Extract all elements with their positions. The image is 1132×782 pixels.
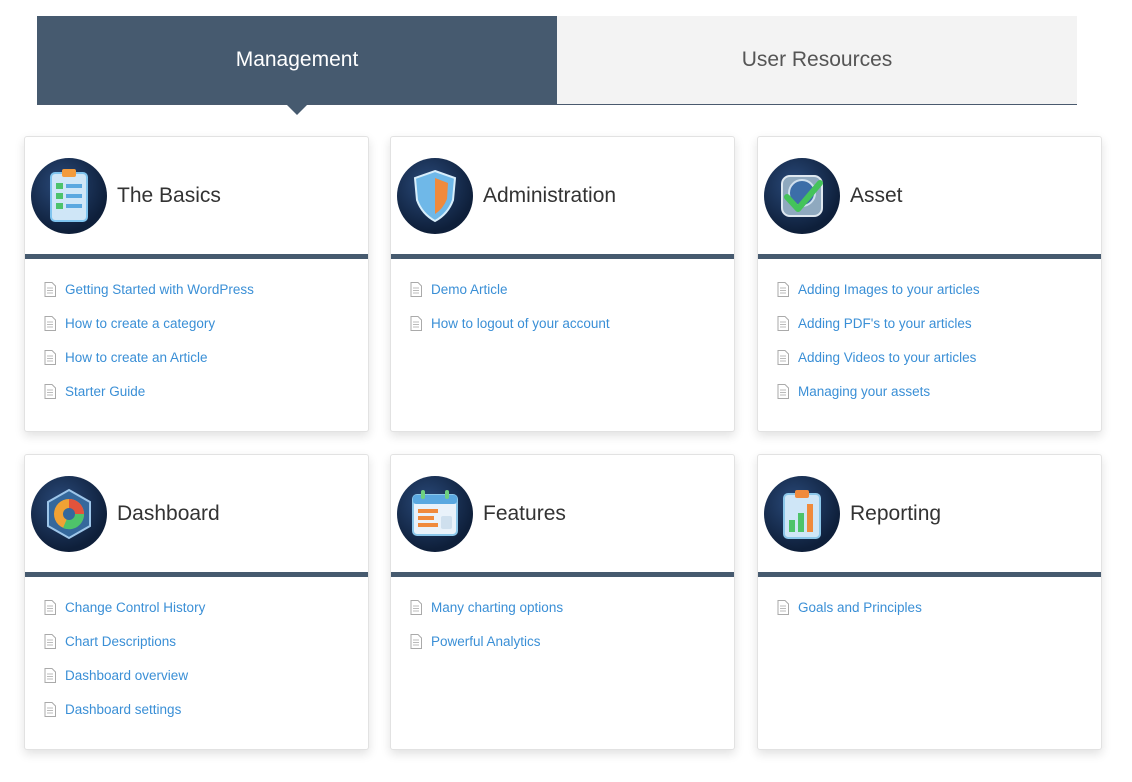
list-item: Dashboard settings xyxy=(44,692,368,726)
document-icon xyxy=(410,281,422,297)
document-icon xyxy=(777,281,789,297)
checkmark-icon xyxy=(764,157,840,234)
category-card-features: Features Many charting options Powerful … xyxy=(390,454,735,750)
tab-label: User Resources xyxy=(741,48,893,71)
article-link[interactable]: Starter Guide xyxy=(65,384,145,399)
tab-management[interactable]: Management xyxy=(37,16,557,115)
list-item: Dashboard overview xyxy=(44,658,368,692)
list-item: Goals and Principles xyxy=(777,590,1101,624)
card-header[interactable]: The Basics xyxy=(25,137,368,259)
category-card-reporting: Reporting Goals and Principles xyxy=(757,454,1102,750)
list-item: Starter Guide xyxy=(44,374,368,408)
article-link[interactable]: Adding Videos to your articles xyxy=(798,350,976,365)
category-card-asset: Asset Adding Images to your articles Add… xyxy=(757,136,1102,432)
document-icon xyxy=(44,667,56,683)
card-title[interactable]: Features xyxy=(483,502,566,526)
article-link[interactable]: Demo Article xyxy=(431,282,508,297)
card-title[interactable]: The Basics xyxy=(117,184,221,208)
article-list: Change Control History Chart Description… xyxy=(25,577,368,726)
list-item: Powerful Analytics xyxy=(410,624,734,658)
category-card-dashboard: Dashboard Change Control History Chart D… xyxy=(24,454,369,750)
list-item: Getting Started with WordPress xyxy=(44,272,368,306)
shield-icon xyxy=(397,157,473,234)
document-icon xyxy=(777,349,789,365)
category-card-the-basics: The Basics Getting Started with WordPres… xyxy=(24,136,369,432)
clipboard-icon xyxy=(31,157,107,234)
category-card-administration: Administration Demo Article How to logou… xyxy=(390,136,735,432)
article-link[interactable]: Adding PDF's to your articles xyxy=(798,316,972,331)
list-item: How to logout of your account xyxy=(410,306,734,340)
document-icon xyxy=(44,633,56,649)
article-link[interactable]: How to logout of your account xyxy=(431,316,610,331)
calendar-chart-icon xyxy=(397,475,473,552)
list-item: Adding PDF's to your articles xyxy=(777,306,1101,340)
pie-chart-icon xyxy=(31,475,107,552)
article-link[interactable]: Many charting options xyxy=(431,600,563,615)
article-link[interactable]: Dashboard settings xyxy=(65,702,181,717)
list-item: How to create an Article xyxy=(44,340,368,374)
article-link[interactable]: Managing your assets xyxy=(798,384,930,399)
document-icon xyxy=(410,633,422,649)
document-icon xyxy=(44,315,56,331)
tab-bar: Management User Resources xyxy=(37,16,1077,115)
card-title[interactable]: Administration xyxy=(483,184,616,208)
card-title[interactable]: Reporting xyxy=(850,502,941,526)
card-header[interactable]: Reporting xyxy=(758,455,1101,577)
card-header[interactable]: Administration xyxy=(391,137,734,259)
article-list: Many charting options Powerful Analytics xyxy=(391,577,734,658)
card-header[interactable]: Features xyxy=(391,455,734,577)
card-title[interactable]: Dashboard xyxy=(117,502,220,526)
list-item: Demo Article xyxy=(410,272,734,306)
document-icon xyxy=(777,383,789,399)
document-icon xyxy=(44,383,56,399)
tab-label: Management xyxy=(235,48,359,71)
article-link[interactable]: How to create an Article xyxy=(65,350,208,365)
list-item: How to create a category xyxy=(44,306,368,340)
article-list: Adding Images to your articles Adding PD… xyxy=(758,259,1101,408)
list-item: Many charting options xyxy=(410,590,734,624)
article-link[interactable]: Adding Images to your articles xyxy=(798,282,980,297)
article-link[interactable]: Change Control History xyxy=(65,600,205,615)
article-link[interactable]: Powerful Analytics xyxy=(431,634,541,649)
article-list: Demo Article How to logout of your accou… xyxy=(391,259,734,340)
list-item: Managing your assets xyxy=(777,374,1101,408)
document-icon xyxy=(777,599,789,615)
document-icon xyxy=(410,599,422,615)
article-list: Goals and Principles xyxy=(758,577,1101,624)
document-icon xyxy=(44,281,56,297)
document-icon xyxy=(777,315,789,331)
document-icon xyxy=(44,701,56,717)
article-list: Getting Started with WordPress How to cr… xyxy=(25,259,368,408)
list-item: Change Control History xyxy=(44,590,368,624)
card-header[interactable]: Dashboard xyxy=(25,455,368,577)
article-link[interactable]: Getting Started with WordPress xyxy=(65,282,254,297)
article-link[interactable]: How to create a category xyxy=(65,316,215,331)
article-link[interactable]: Goals and Principles xyxy=(798,600,922,615)
card-title[interactable]: Asset xyxy=(850,184,903,208)
document-icon xyxy=(410,315,422,331)
document-icon xyxy=(44,599,56,615)
article-link[interactable]: Dashboard overview xyxy=(65,668,188,683)
card-header[interactable]: Asset xyxy=(758,137,1101,259)
list-item: Adding Images to your articles xyxy=(777,272,1101,306)
list-item: Adding Videos to your articles xyxy=(777,340,1101,374)
bar-chart-icon xyxy=(764,475,840,552)
active-tab-pointer xyxy=(286,104,308,115)
list-item: Chart Descriptions xyxy=(44,624,368,658)
article-link[interactable]: Chart Descriptions xyxy=(65,634,176,649)
tab-user-resources[interactable]: User Resources xyxy=(557,16,1077,104)
document-icon xyxy=(44,349,56,365)
